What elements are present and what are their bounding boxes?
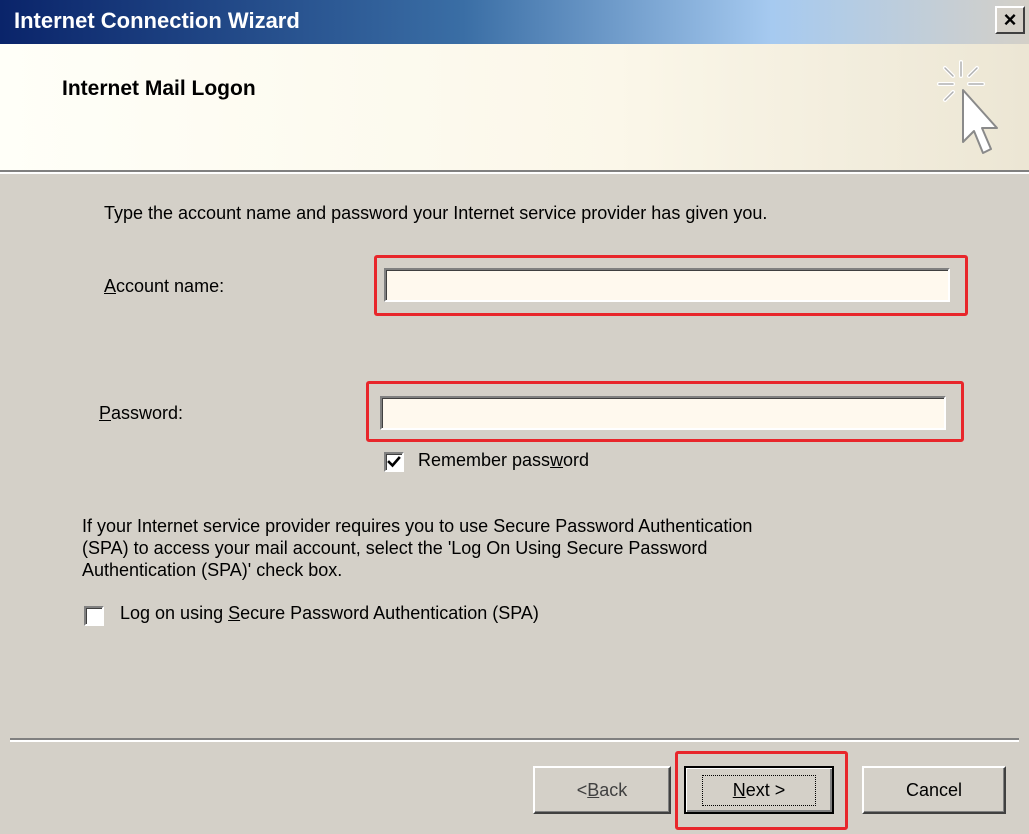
button-separator <box>10 738 1019 742</box>
remember-password-label[interactable]: Remember password <box>418 450 589 471</box>
password-label: Password: <box>99 403 184 423</box>
wizard-window: Internet Connection Wizard × Internet Ma… <box>0 0 1029 834</box>
title-bar[interactable]: Internet Connection Wizard × <box>0 0 1029 44</box>
next-button-focus: Next > <box>701 774 817 806</box>
intro-text: Type the account name and password your … <box>104 203 768 223</box>
cancel-button[interactable]: Cancel <box>862 766 1006 814</box>
wizard-cursor-icon <box>937 60 998 154</box>
account-name-input[interactable] <box>384 268 950 302</box>
window-title: Internet Connection Wizard <box>14 8 300 33</box>
remember-password-checkbox[interactable] <box>384 452 404 472</box>
back-button[interactable]: < Back <box>533 766 671 814</box>
password-input[interactable] <box>380 396 946 430</box>
wizard-header: Internet Mail Logon <box>0 44 1029 174</box>
spa-description: If your Internet service provider requir… <box>82 516 753 580</box>
close-button[interactable]: × <box>995 6 1025 34</box>
close-icon: × <box>1003 7 1017 32</box>
checkmark-icon <box>387 456 401 468</box>
account-name-label: Account name: <box>104 276 225 296</box>
spa-label[interactable]: Log on using Secure Password Authenticat… <box>120 603 539 624</box>
next-button[interactable]: Next > <box>684 766 834 814</box>
spa-checkbox[interactable] <box>84 606 104 626</box>
page-title: Internet Mail Logon <box>62 77 256 100</box>
